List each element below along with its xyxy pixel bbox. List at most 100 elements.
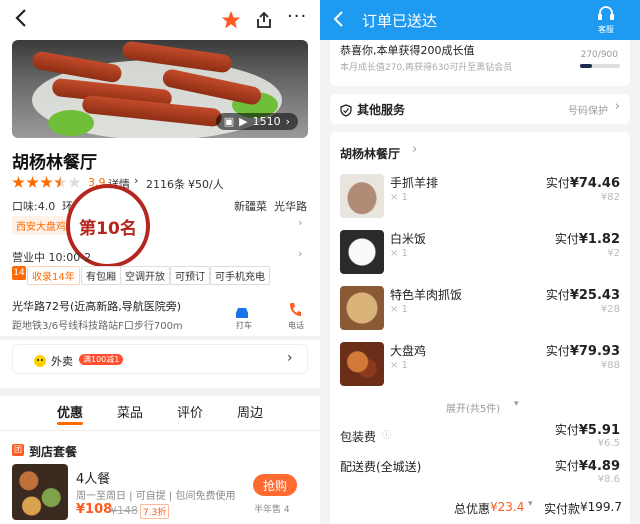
hours-chevron-icon[interactable]: › <box>298 247 302 260</box>
taxi-label[interactable]: 打车 <box>236 320 252 331</box>
deal-sold: 半年售 4 <box>254 505 290 515</box>
item-paid-amount: ¥74.46 <box>569 176 620 191</box>
delivery-paid-label: 实付 <box>554 459 579 473</box>
feature-chip: 有包厢 <box>81 266 121 285</box>
item-paid-label: 实付 <box>554 232 579 246</box>
total-discount-label: 总优惠 <box>454 502 491 516</box>
restaurant-photo[interactable]: ▣ ▶ 1510 › <box>12 40 308 138</box>
address[interactable]: 光华路72号(近高新路,导航医院旁) <box>12 298 181 314</box>
packing-paid: 实付¥5.91 <box>555 421 620 438</box>
item-orig-price: ¥2 <box>607 248 620 259</box>
item-name: 特色羊肉抓饭 <box>390 288 463 302</box>
item-paid-amount: ¥79.93 <box>569 344 620 359</box>
chevron-right-icon: › <box>285 115 290 128</box>
restaurant-page: ··· ▣ ▶ 1510 › 胡杨林餐厅 3.9 详情 › 2116条 ¥50/… <box>0 0 320 524</box>
video-count: 1510 <box>252 115 281 128</box>
area: 光华路 <box>274 200 307 213</box>
delivery-paid-amount: ¥4.89 <box>578 459 620 474</box>
item-image <box>340 174 384 218</box>
review-count[interactable]: 2116条 <box>146 176 185 192</box>
rating-stars <box>12 176 81 189</box>
order-restaurant-name[interactable]: 胡杨林餐厅 <box>340 145 400 162</box>
star-half-icon <box>54 176 67 188</box>
services-title: 其他服务 <box>357 103 406 117</box>
growth-progress-bar <box>580 64 620 68</box>
back-icon[interactable] <box>14 8 28 33</box>
item-paid-label: 实付 <box>545 176 570 190</box>
order-status-title: 订单已送达 <box>362 12 438 30</box>
item-name: 大盘鸡 <box>390 344 427 358</box>
deal-thumbnail[interactable] <box>12 464 68 520</box>
shield-icon <box>340 102 352 121</box>
item-orig-price: ¥82 <box>600 192 620 203</box>
item-paid: 实付¥1.82 <box>555 230 620 247</box>
back-icon[interactable] <box>332 10 344 32</box>
star-full-icon <box>26 176 39 188</box>
growth-progress-text: 270/900 <box>580 50 618 60</box>
item-image <box>340 342 384 386</box>
item-paid: 实付¥25.43 <box>546 286 620 303</box>
item-qty: × 1 <box>390 360 408 371</box>
phone-label[interactable]: 电话 <box>288 320 304 331</box>
phone-icon[interactable] <box>288 302 302 322</box>
deal-name[interactable]: 4人餐 <box>76 468 110 487</box>
star-icon[interactable] <box>221 10 241 35</box>
rank-chevron-icon[interactable]: › <box>298 216 302 229</box>
order-header: 订单已送达 客服 <box>320 0 640 40</box>
deal-section-title: 到店套餐 <box>29 445 78 459</box>
growth-progress-fill <box>580 64 592 68</box>
tab-bar: 优惠 菜品 评价 周边 <box>0 402 320 425</box>
rank-tag[interactable]: 西安大盘鸡 <box>12 216 70 235</box>
order-detail-page: 订单已送达 客服 恭喜你,本单获得200成长值 本月成长值270,再获得630可… <box>320 0 640 524</box>
packing-fee-label: 包装费 <box>340 430 377 444</box>
tab-reviews[interactable]: 评价 <box>177 402 203 421</box>
tab-dishes[interactable]: 菜品 <box>117 402 143 421</box>
order-card: 胡杨林餐厅 › 手抓羊排 × 1 实付¥74.46 ¥82 白米饭 × 1 实付… <box>330 132 630 524</box>
takeout-badge: 满100减1 <box>79 354 124 365</box>
info-icon[interactable]: ⓘ <box>382 428 391 441</box>
packing-orig: ¥6.5 <box>597 438 620 449</box>
item-paid-amount: ¥1.82 <box>578 232 620 247</box>
takeout-label: 外卖 <box>51 355 73 368</box>
tab-nearby[interactable]: 周边 <box>237 402 263 421</box>
section-divider <box>0 388 320 396</box>
star-full-icon <box>40 176 53 188</box>
total-paid-label: 实付款 <box>544 502 581 516</box>
packing-paid-label: 实付 <box>554 423 579 437</box>
headset-icon[interactable] <box>596 6 616 26</box>
restaurant-name: 胡杨林餐厅 <box>12 153 97 173</box>
photo-lettuce <box>48 110 94 136</box>
expand-items[interactable]: 展开(共5件) <box>446 400 500 415</box>
item-paid-amount: ¥25.43 <box>569 288 620 303</box>
star-empty-icon <box>68 176 81 188</box>
item-paid: 实付¥79.93 <box>546 342 620 359</box>
tab-deals[interactable]: 优惠 <box>56 402 84 425</box>
delivery-paid: 实付¥4.89 <box>555 457 620 474</box>
delivery-fee-label: 配送费(全城送) <box>340 460 422 474</box>
expand-chevron-icon[interactable]: ▾ <box>514 399 519 409</box>
takeout-row[interactable]: 外卖 满100减1 › <box>12 344 308 374</box>
item-paid-label: 实付 <box>545 288 570 302</box>
business-hours: 营业中 10:00-2 <box>12 251 92 264</box>
photo-video-badge[interactable]: ▣ ▶ 1510 › <box>215 113 298 130</box>
years-chip: 收录14年 <box>27 266 80 285</box>
rank-stamp-text: 第10名 <box>79 218 137 239</box>
details-chevron-icon[interactable]: › <box>134 174 138 187</box>
cuisine: 新疆菜 <box>234 200 267 213</box>
takeout-chevron-icon: › <box>287 350 293 366</box>
item-paid: 实付¥74.46 <box>546 174 620 191</box>
discount-chevron-icon[interactable]: ▾ <box>528 499 533 509</box>
more-dots-icon[interactable]: ··· <box>287 6 307 27</box>
delivery-orig: ¥8.6 <box>597 474 620 485</box>
feature-chip: 可预订 <box>170 266 210 285</box>
restaurant-chevron-icon[interactable]: › <box>412 142 417 157</box>
services-chevron-icon: › <box>614 99 620 114</box>
services-card[interactable]: 其他服务 号码保护 › <box>330 94 630 124</box>
item-qty: × 1 <box>390 248 408 259</box>
share-icon[interactable] <box>254 10 274 35</box>
image-icon: ▣ <box>223 115 235 128</box>
total-paid: ¥199.7 <box>580 500 622 514</box>
service-label[interactable]: 客服 <box>598 24 614 35</box>
buy-button[interactable]: 抢购 <box>253 474 297 496</box>
growth-card: 恭喜你,本单获得200成长值 本月成长值270,再获得630可升至黑钻会员 27… <box>330 40 630 86</box>
